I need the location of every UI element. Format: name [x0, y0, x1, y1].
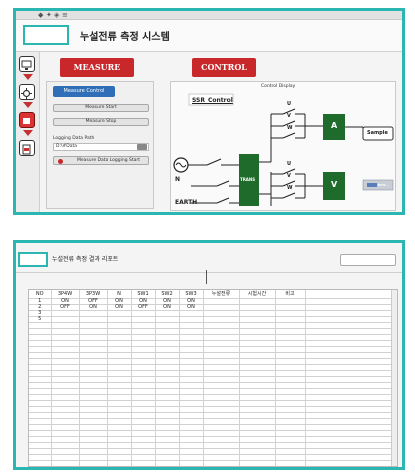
measure-start-button[interactable]: Measure Start	[53, 104, 149, 112]
table-cell	[29, 460, 52, 466]
table-cell	[131, 460, 156, 466]
report-panel: 누설전류 측정 결과 리포트 NO 3P4W 3P3W N SW1 SW2 SW3 누설전류 시…	[13, 240, 405, 470]
report-table: NO 3P4W 3P3W N SW1 SW2 SW3 누설전류 시험시간 비고 1 ON OFF ON O…	[28, 289, 398, 467]
column-header[interactable]: 비고	[275, 290, 306, 299]
report-icon[interactable]	[19, 140, 35, 156]
table-cell	[155, 460, 180, 466]
table-cell	[179, 460, 204, 466]
browse-folder-icon[interactable]	[137, 144, 147, 150]
table-cell	[239, 460, 276, 466]
switch-source	[206, 158, 222, 166]
neutral-label: N	[175, 176, 181, 183]
switch-w-lower	[282, 192, 296, 199]
table-cell	[107, 460, 132, 466]
phase-w-label-lower: W	[287, 185, 293, 191]
logo-box	[23, 25, 69, 45]
logging-start-label: Measure Data Logging Start	[76, 158, 140, 163]
table-row[interactable]	[29, 460, 392, 466]
measurement-system-panel: ◆ ✦ ◈ ≡ 누설전류 측정 시스템 MEASURE CONTROL Meas…	[13, 8, 405, 215]
ssr-control-label: SSR_Control	[192, 97, 233, 104]
control-display-title: Control Display	[261, 84, 296, 89]
logging-path-value: D:\#Data	[56, 144, 78, 149]
window-titlebar: ◆ ✦ ◈ ≡	[16, 11, 402, 20]
chevron-down-icon	[23, 74, 33, 80]
gear-icon[interactable]	[19, 84, 35, 100]
table-cell	[305, 460, 392, 466]
app-header: 누설전류 측정 시스템	[16, 20, 402, 52]
table-header-row: NO 3P4W 3P3W N SW1 SW2 SW3 누설전류 시험시간 비고	[29, 290, 392, 299]
vertical-scrollbar[interactable]	[391, 290, 397, 466]
divider	[16, 272, 402, 273]
phase-u-label: U	[287, 101, 292, 107]
table-cell	[51, 460, 80, 466]
voltmeter-label: V	[331, 180, 338, 189]
splitter-handle[interactable]	[206, 270, 207, 284]
device-label: RPH...	[378, 183, 389, 187]
results-table: NO 3P4W 3P3W N SW1 SW2 SW3 누설전류 시험시간 비고 1 ON OFF ON O…	[29, 290, 392, 466]
record-dot-icon	[58, 159, 63, 164]
titlebar-icon-4[interactable]: ≡	[62, 11, 68, 20]
titlebar-icon-3[interactable]: ◈	[54, 11, 59, 20]
record-icon[interactable]	[19, 112, 35, 128]
phase-v-label-lower: V	[287, 173, 291, 179]
sidebar	[16, 52, 40, 212]
logging-path-input[interactable]: D:\#Data	[53, 143, 149, 151]
report-title: 누설전류 측정 결과 리포트	[52, 256, 119, 263]
table-cell	[275, 460, 306, 466]
phase-u-label-lower: U	[287, 161, 292, 167]
tab-control[interactable]: CONTROL	[192, 58, 256, 77]
switch-n	[216, 180, 230, 187]
monitor-icon[interactable]	[19, 56, 35, 72]
measure-control-header: Measure Control	[53, 86, 115, 97]
chevron-down-icon	[23, 130, 33, 136]
table-body: 1 ON OFF ON ON ON ON 2 OFF ON ON OFF ON ON 3 5	[29, 298, 392, 466]
control-display: Control Display SSR_Control U V W U V W …	[170, 81, 396, 211]
trans-label: TRANS	[240, 177, 256, 182]
table-cell	[79, 460, 108, 466]
logo-box	[18, 252, 48, 267]
column-header[interactable]: 시험시간	[239, 290, 276, 299]
column-header[interactable]: 누설전류	[203, 290, 240, 299]
column-header-spacer	[305, 290, 392, 299]
logging-start-button[interactable]: Measure Data Logging Start	[53, 156, 149, 165]
titlebar-icon-2[interactable]: ✦	[46, 11, 52, 20]
ammeter-label: A	[331, 121, 338, 130]
logging-path-label: Logging Data Path	[53, 136, 95, 141]
tab-measure[interactable]: MEASURE	[60, 58, 134, 77]
phase-w-label: W	[287, 125, 293, 131]
titlebar-icon-1[interactable]: ◆	[38, 11, 43, 20]
phase-v-label: V	[287, 113, 291, 119]
page-title: 누설전류 측정 시스템	[80, 32, 170, 43]
search-input[interactable]	[340, 254, 396, 266]
switch-earth	[216, 197, 230, 204]
measure-stop-button[interactable]: Measure Stop	[53, 118, 149, 126]
chevron-down-icon	[23, 102, 33, 108]
measure-control-group: Measure Control Measure Start Measure St…	[46, 81, 154, 209]
switch-w-upper	[282, 132, 296, 139]
sample-label: Sample	[367, 130, 388, 136]
table-cell	[203, 460, 240, 466]
earth-label: EARTH	[175, 199, 198, 206]
